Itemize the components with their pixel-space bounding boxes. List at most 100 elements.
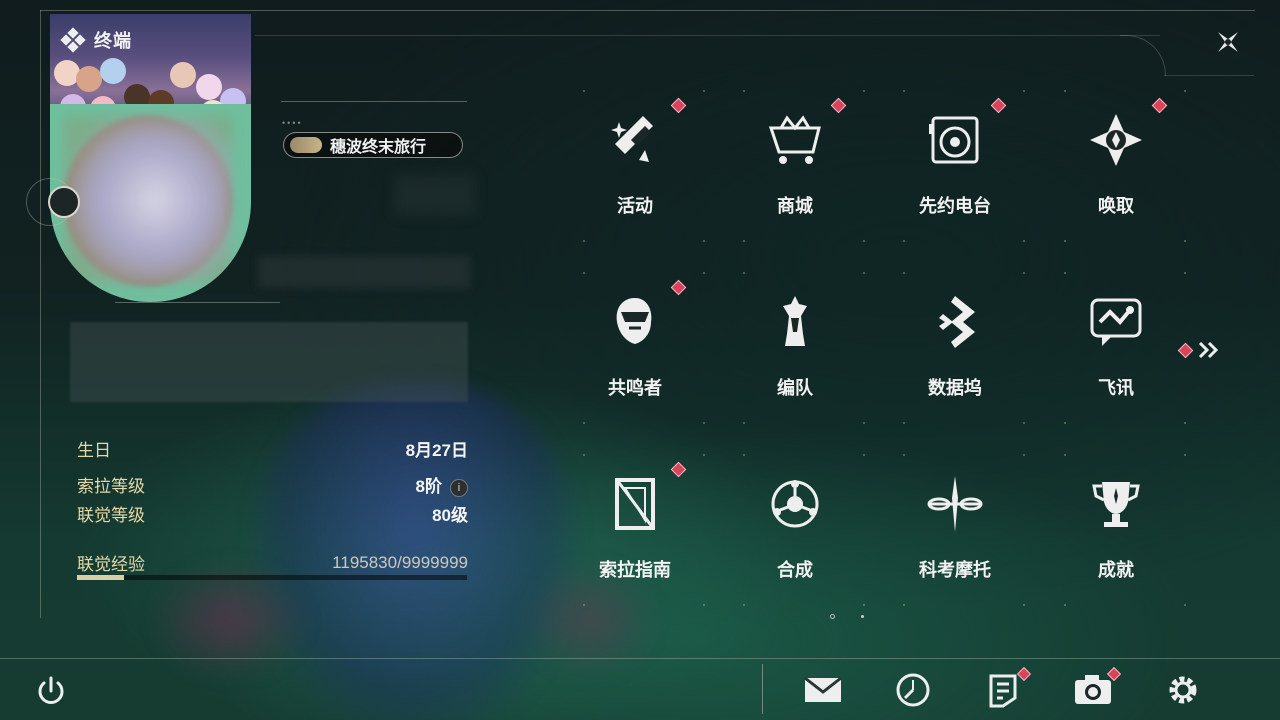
- menu-item-4[interactable]: 唤取: [1046, 90, 1186, 250]
- stat-union-level: 联觉等级 80级: [77, 501, 468, 526]
- grid-marker: [1064, 90, 1066, 92]
- grid-marker: [743, 240, 745, 242]
- grid-marker: [583, 604, 585, 606]
- menu-item-label: 飞讯: [1098, 378, 1134, 398]
- grid-marker: [903, 272, 905, 274]
- grid-marker: [1184, 240, 1186, 242]
- menu-item-10[interactable]: 合成: [725, 454, 865, 614]
- close-button[interactable]: [1208, 22, 1248, 62]
- menu-item-label: 成就: [1098, 560, 1134, 580]
- bottom-separator: [762, 664, 763, 714]
- frame-line: [255, 35, 1160, 36]
- menu-item-9[interactable]: 索拉指南: [565, 454, 705, 614]
- frame-line: [40, 10, 1255, 11]
- synthesis-icon: [765, 474, 825, 534]
- profile-card[interactable]: [50, 14, 251, 302]
- stat-sol-level: 索拉等级 8阶 i: [77, 472, 468, 497]
- stat-value: 1195830/9999999: [332, 552, 468, 572]
- grid-marker: [1064, 454, 1066, 456]
- avatar-edit-icon[interactable]: [48, 186, 80, 218]
- camera-icon: [1075, 675, 1111, 704]
- grid-marker: [1023, 454, 1025, 456]
- settings-gear-button[interactable]: [1163, 672, 1203, 708]
- page-header: 终端: [60, 27, 132, 53]
- grid-marker: [583, 422, 585, 424]
- grid-marker: [903, 604, 905, 606]
- stat-label: 生日: [77, 441, 111, 460]
- grid-marker: [1064, 240, 1066, 242]
- stat-label: 联觉等级: [77, 506, 145, 525]
- grid-marker: [743, 90, 745, 92]
- grid-marker: [583, 90, 585, 92]
- chat-icon: [1086, 292, 1146, 352]
- divider: [115, 302, 280, 303]
- menu-item-3[interactable]: 先约电台: [885, 90, 1025, 250]
- grid-marker: [1064, 422, 1066, 424]
- menu-item-11[interactable]: 科考摩托: [885, 454, 1025, 614]
- radio-icon: [925, 110, 985, 170]
- info-icon[interactable]: i: [450, 478, 468, 497]
- player-name-redacted: [258, 256, 470, 288]
- power-button[interactable]: [34, 674, 68, 708]
- clock-button[interactable]: [893, 672, 933, 708]
- menu-item-12[interactable]: 成就: [1046, 454, 1186, 614]
- stat-union-exp: 联觉经验 1195830/9999999: [77, 550, 468, 575]
- grid-marker: [1023, 272, 1025, 274]
- menu-item-label: 科考摩托: [919, 560, 991, 580]
- notice-button[interactable]: [983, 666, 1032, 708]
- trophy-icon: [1086, 474, 1146, 534]
- grid-marker: [743, 604, 745, 606]
- menu-item-label: 数据坞: [928, 378, 982, 398]
- grid-marker: [863, 240, 865, 242]
- grid-marker: [743, 422, 745, 424]
- exp-progress-bar: [77, 575, 467, 580]
- title-emblem-icon: [290, 137, 322, 153]
- double-chevron-right-icon: [1198, 341, 1219, 359]
- grid-marker: [1184, 90, 1186, 92]
- notification-badge: [830, 97, 847, 114]
- page-indicator[interactable]: [861, 615, 864, 618]
- guidebook-icon: [605, 474, 665, 534]
- grid-marker: [863, 422, 865, 424]
- stat-value-wrap: 8阶 i: [416, 472, 468, 497]
- menu-item-2[interactable]: 商城: [725, 90, 865, 250]
- close-icon: [1218, 32, 1238, 52]
- menu-item-label: 编队: [777, 378, 813, 398]
- grid-marker: [703, 272, 705, 274]
- menu-item-label: 商城: [777, 196, 813, 216]
- grid-marker: [743, 272, 745, 274]
- title-badge[interactable]: 穗波终末旅行: [283, 132, 463, 158]
- decor-dots: ••••: [282, 118, 303, 128]
- page-indicator-active[interactable]: [830, 614, 835, 619]
- notification-badge: [670, 461, 687, 478]
- stat-label: 联觉经验: [77, 555, 145, 574]
- grid-marker: [863, 454, 865, 456]
- data-bank-icon: [925, 292, 985, 352]
- frame-line: [40, 10, 41, 618]
- grid-marker: [703, 422, 705, 424]
- mail-button[interactable]: [803, 672, 843, 708]
- grid-marker: [903, 454, 905, 456]
- grid-marker: [1023, 422, 1025, 424]
- menu-item-6[interactable]: 编队: [725, 272, 865, 432]
- menu-item-1[interactable]: 活动: [565, 90, 705, 250]
- signature-redacted[interactable]: [70, 322, 468, 402]
- power-icon: [38, 676, 64, 704]
- menu-item-label: 活动: [617, 196, 653, 216]
- grid-marker: [1023, 604, 1025, 606]
- mail-icon: [804, 676, 842, 702]
- avatar-frame[interactable]: [50, 104, 251, 302]
- next-page-button[interactable]: [1177, 338, 1224, 362]
- exp-progress-fill: [77, 575, 124, 580]
- bottom-divider: [0, 658, 1280, 659]
- terminal-icon: [60, 27, 86, 53]
- menu-item-label: 唤取: [1098, 196, 1134, 216]
- grid-marker: [703, 604, 705, 606]
- avatar-overlay: [64, 116, 232, 284]
- stat-birthday: 生日 8月27日: [77, 436, 468, 461]
- settings-gear-icon: [1169, 676, 1197, 704]
- camera-button[interactable]: [1073, 666, 1122, 708]
- menu-item-5[interactable]: 共鸣者: [565, 272, 705, 432]
- menu-item-8[interactable]: 飞讯: [1046, 272, 1186, 432]
- menu-item-7[interactable]: 数据坞: [885, 272, 1025, 432]
